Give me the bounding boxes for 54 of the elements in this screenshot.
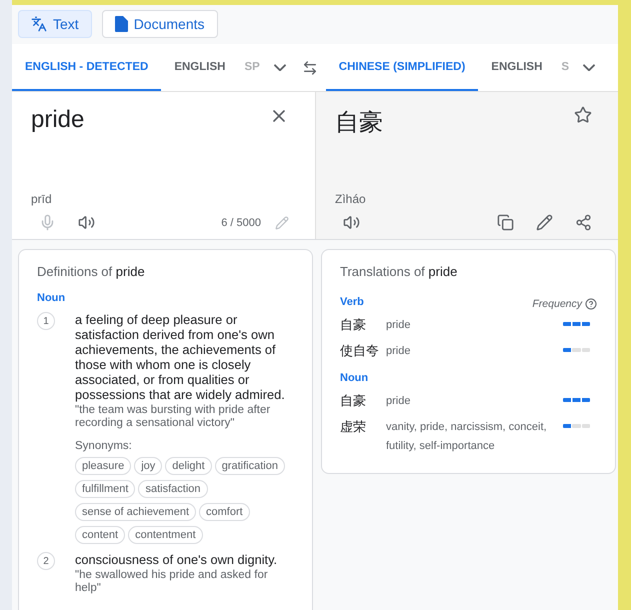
synonym-chip[interactable]: contentment <box>128 526 203 544</box>
copy-icon <box>497 214 514 231</box>
mode-button[interactable]: Documents <box>102 10 218 38</box>
synonym-chip[interactable]: satisfaction <box>138 480 208 498</box>
translation-word: 使自夸 <box>340 342 380 360</box>
character-count: 6 / 5000 <box>221 216 261 228</box>
swap-icon <box>302 60 318 76</box>
frequency-label: Frequency <box>532 298 582 310</box>
part-of-speech: Noun <box>37 292 66 304</box>
synonym-chip[interactable]: joy <box>134 457 162 475</box>
microphone-icon <box>39 214 56 231</box>
star-icon <box>574 106 592 124</box>
mode-button[interactable]: Text <box>18 10 92 38</box>
part-of-speech: Noun <box>340 372 368 384</box>
synonym-chip[interactable]: gratification <box>214 457 285 475</box>
card-title: Definitions of pride <box>37 264 146 279</box>
reverse-translations: pride <box>386 344 412 359</box>
pencil-icon <box>536 214 553 231</box>
translated-text: 自豪 <box>335 108 383 138</box>
sense-number: 2 <box>37 552 55 570</box>
language-tab[interactable]: ENGLISH <box>161 44 238 91</box>
translate-icon <box>31 16 47 32</box>
definition-text: a feeling of deep pleasure or satisfaction derived from one's own achievements, the achievements of those with whom one is closely associated, or from qualities or possessions that are widely admired. <box>75 312 286 402</box>
synonym-chip[interactable]: content <box>75 526 126 544</box>
share-icon <box>575 214 592 231</box>
reverse-translations: vanity, pride, narcissism, conceit, futility, self-importance <box>386 420 548 454</box>
translation-word: 虚荣 <box>340 418 367 436</box>
part-of-speech: Verb <box>340 296 364 308</box>
document-icon <box>114 16 128 32</box>
speaker-icon <box>78 214 95 231</box>
synonym-chip[interactable]: fulfillment <box>75 480 136 498</box>
definition-text: consciousness of one's own dignity. <box>75 552 278 567</box>
chevron-down-icon <box>274 64 286 71</box>
translation-word: 自豪 <box>340 392 367 410</box>
help-icon <box>585 298 597 310</box>
example-sentence: "he swallowed his pride and asked for help" <box>75 569 269 595</box>
pronunciation: Zìháo <box>335 192 367 206</box>
pronunciation: prīd <box>31 192 53 206</box>
synonym-chip[interactable]: comfort <box>199 503 250 521</box>
chevron-down-icon <box>583 64 596 71</box>
synonym-chip[interactable]: pleasure <box>75 457 132 475</box>
source-text-input[interactable]: pride <box>31 106 84 134</box>
synonym-chip[interactable]: delight <box>165 457 212 475</box>
synonym-chip[interactable]: sense of achievement <box>75 503 196 521</box>
reverse-translations: pride <box>386 318 412 333</box>
pencil-icon <box>275 216 289 230</box>
example-sentence: "the team was bursting with pride after recording a sensational victory" <box>75 404 272 430</box>
sense-number: 1 <box>37 312 55 330</box>
card-title: Translations of pride <box>340 264 458 279</box>
language-tab[interactable]: ENGLISH <box>478 44 556 91</box>
speaker-icon <box>343 214 360 231</box>
translation-word: 自豪 <box>340 316 367 334</box>
reverse-translations: pride <box>386 394 412 409</box>
synonyms-label: Synonyms: <box>75 440 133 452</box>
